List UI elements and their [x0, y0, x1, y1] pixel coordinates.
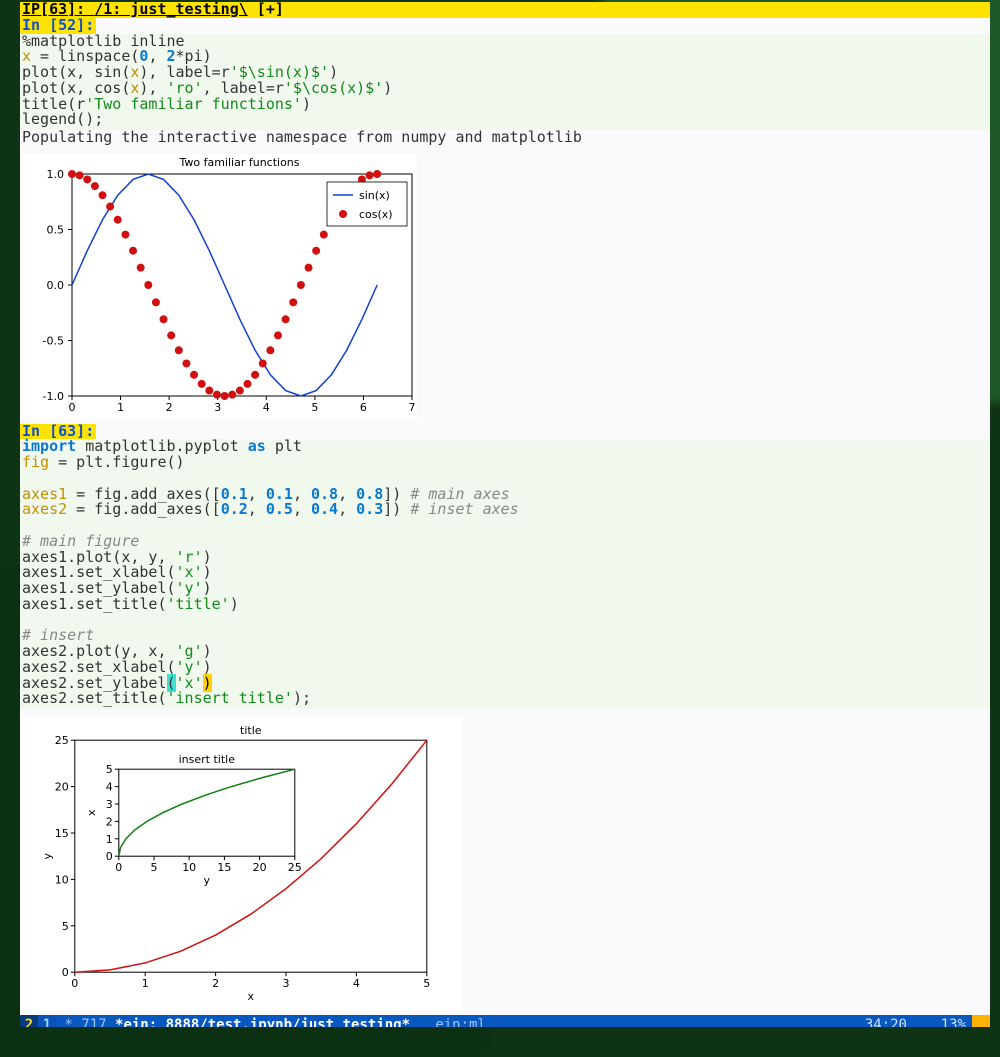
svg-text:sin(x): sin(x) [359, 189, 390, 202]
modeline-badge-b: 1 [38, 1015, 56, 1027]
header-path: /1: just_testing\ [94, 2, 248, 18]
svg-text:15: 15 [217, 861, 231, 874]
code-line[interactable]: axes2.set_title('insert title'); [22, 691, 988, 707]
svg-text:5: 5 [311, 401, 318, 414]
svg-text:25: 25 [288, 861, 302, 874]
svg-text:1: 1 [117, 401, 124, 414]
svg-text:7: 7 [409, 401, 416, 414]
svg-text:5: 5 [423, 977, 430, 990]
svg-text:10: 10 [182, 861, 196, 874]
svg-text:y: y [41, 852, 54, 859]
svg-text:y: y [204, 874, 211, 887]
svg-text:0.5: 0.5 [47, 223, 65, 236]
svg-text:5: 5 [151, 861, 158, 874]
svg-text:3: 3 [214, 401, 221, 414]
svg-text:1.0: 1.0 [47, 168, 65, 181]
svg-text:x: x [85, 809, 98, 816]
svg-text:4: 4 [106, 781, 113, 794]
svg-text:0: 0 [62, 966, 69, 979]
svg-text:0: 0 [106, 850, 113, 863]
svg-text:5: 5 [106, 763, 113, 776]
svg-text:5: 5 [62, 920, 69, 933]
svg-text:title: title [240, 724, 262, 737]
svg-text:insert title: insert title [179, 753, 236, 766]
modeline-pos: 34:20 [865, 1015, 907, 1027]
header-line: IP[63]: /1: just_testing\ [+] [20, 2, 990, 18]
code-line[interactable]: title(r'Two familiar functions') [22, 97, 988, 113]
code-line[interactable]: legend(); [22, 112, 988, 128]
svg-text:3: 3 [106, 798, 113, 811]
svg-text:4: 4 [263, 401, 270, 414]
modeline-badge-a: 2 [20, 1015, 38, 1027]
svg-text:1: 1 [142, 977, 149, 990]
svg-text:0: 0 [115, 861, 122, 874]
svg-text:0: 0 [69, 401, 76, 414]
svg-text:x: x [248, 990, 255, 1003]
svg-text:2: 2 [166, 401, 173, 414]
plot-inset: 0 1 2 3 4 5 0 5 10 15 20 25 title x y 0 5 10 15 20 25 0 1 2 3 4 5 i… [22, 717, 462, 1011]
code-line[interactable]: axes1.set_title('title') [22, 597, 988, 613]
svg-text:3: 3 [283, 977, 290, 990]
modeline-tail-icon [972, 1015, 990, 1027]
plot-two-familiar: Two familiar functions 0 1 2 3 4 5 6 7 -1.0 -0.5 0.… [22, 154, 417, 420]
emacs-frame: IP[63]: /1: just_testing\ [+] In [52]: %… [20, 2, 990, 1027]
svg-text:0.0: 0.0 [47, 279, 65, 292]
svg-text:0: 0 [71, 977, 78, 990]
svg-text:-0.5: -0.5 [43, 334, 64, 347]
svg-text:4: 4 [353, 977, 360, 990]
modeline-star: * [56, 1015, 81, 1027]
modeline-buffer: *ein: 8888/test.ipynb/just_testing* [115, 1015, 410, 1027]
svg-text:Two familiar functions: Two familiar functions [178, 156, 299, 169]
svg-text:2: 2 [106, 815, 113, 828]
svg-text:6: 6 [360, 401, 367, 414]
svg-text:1: 1 [106, 833, 113, 846]
cell-63[interactable]: In [63]: import matplotlib.pyplot as plt… [20, 424, 990, 1015]
header-suffix: [+] [248, 2, 284, 18]
svg-text:20: 20 [55, 781, 69, 794]
code-line[interactable]: fig = plt.figure() [22, 455, 988, 471]
svg-text:2: 2 [212, 977, 219, 990]
svg-text:20: 20 [253, 861, 267, 874]
code-line[interactable]: axes2 = fig.add_axes([0.2, 0.5, 0.4, 0.3… [22, 502, 988, 518]
modeline-mode: ein:ml [410, 1015, 494, 1027]
modeline-pct: 13% [907, 1015, 966, 1027]
mode-line: 2 1 * 717 *ein: 8888/test.ipynb/just_tes… [20, 1015, 990, 1027]
svg-text:25: 25 [55, 734, 69, 747]
modeline-linenum: 717 [81, 1015, 115, 1027]
svg-text:cos(x): cos(x) [359, 208, 393, 221]
svg-text:10: 10 [55, 873, 69, 886]
output-text: Populating the interactive namespace fro… [20, 130, 990, 146]
svg-text:-1.0: -1.0 [43, 390, 64, 403]
svg-text:15: 15 [55, 827, 69, 840]
cell-52[interactable]: In [52]: %matplotlib inline x = linspace… [20, 18, 990, 424]
